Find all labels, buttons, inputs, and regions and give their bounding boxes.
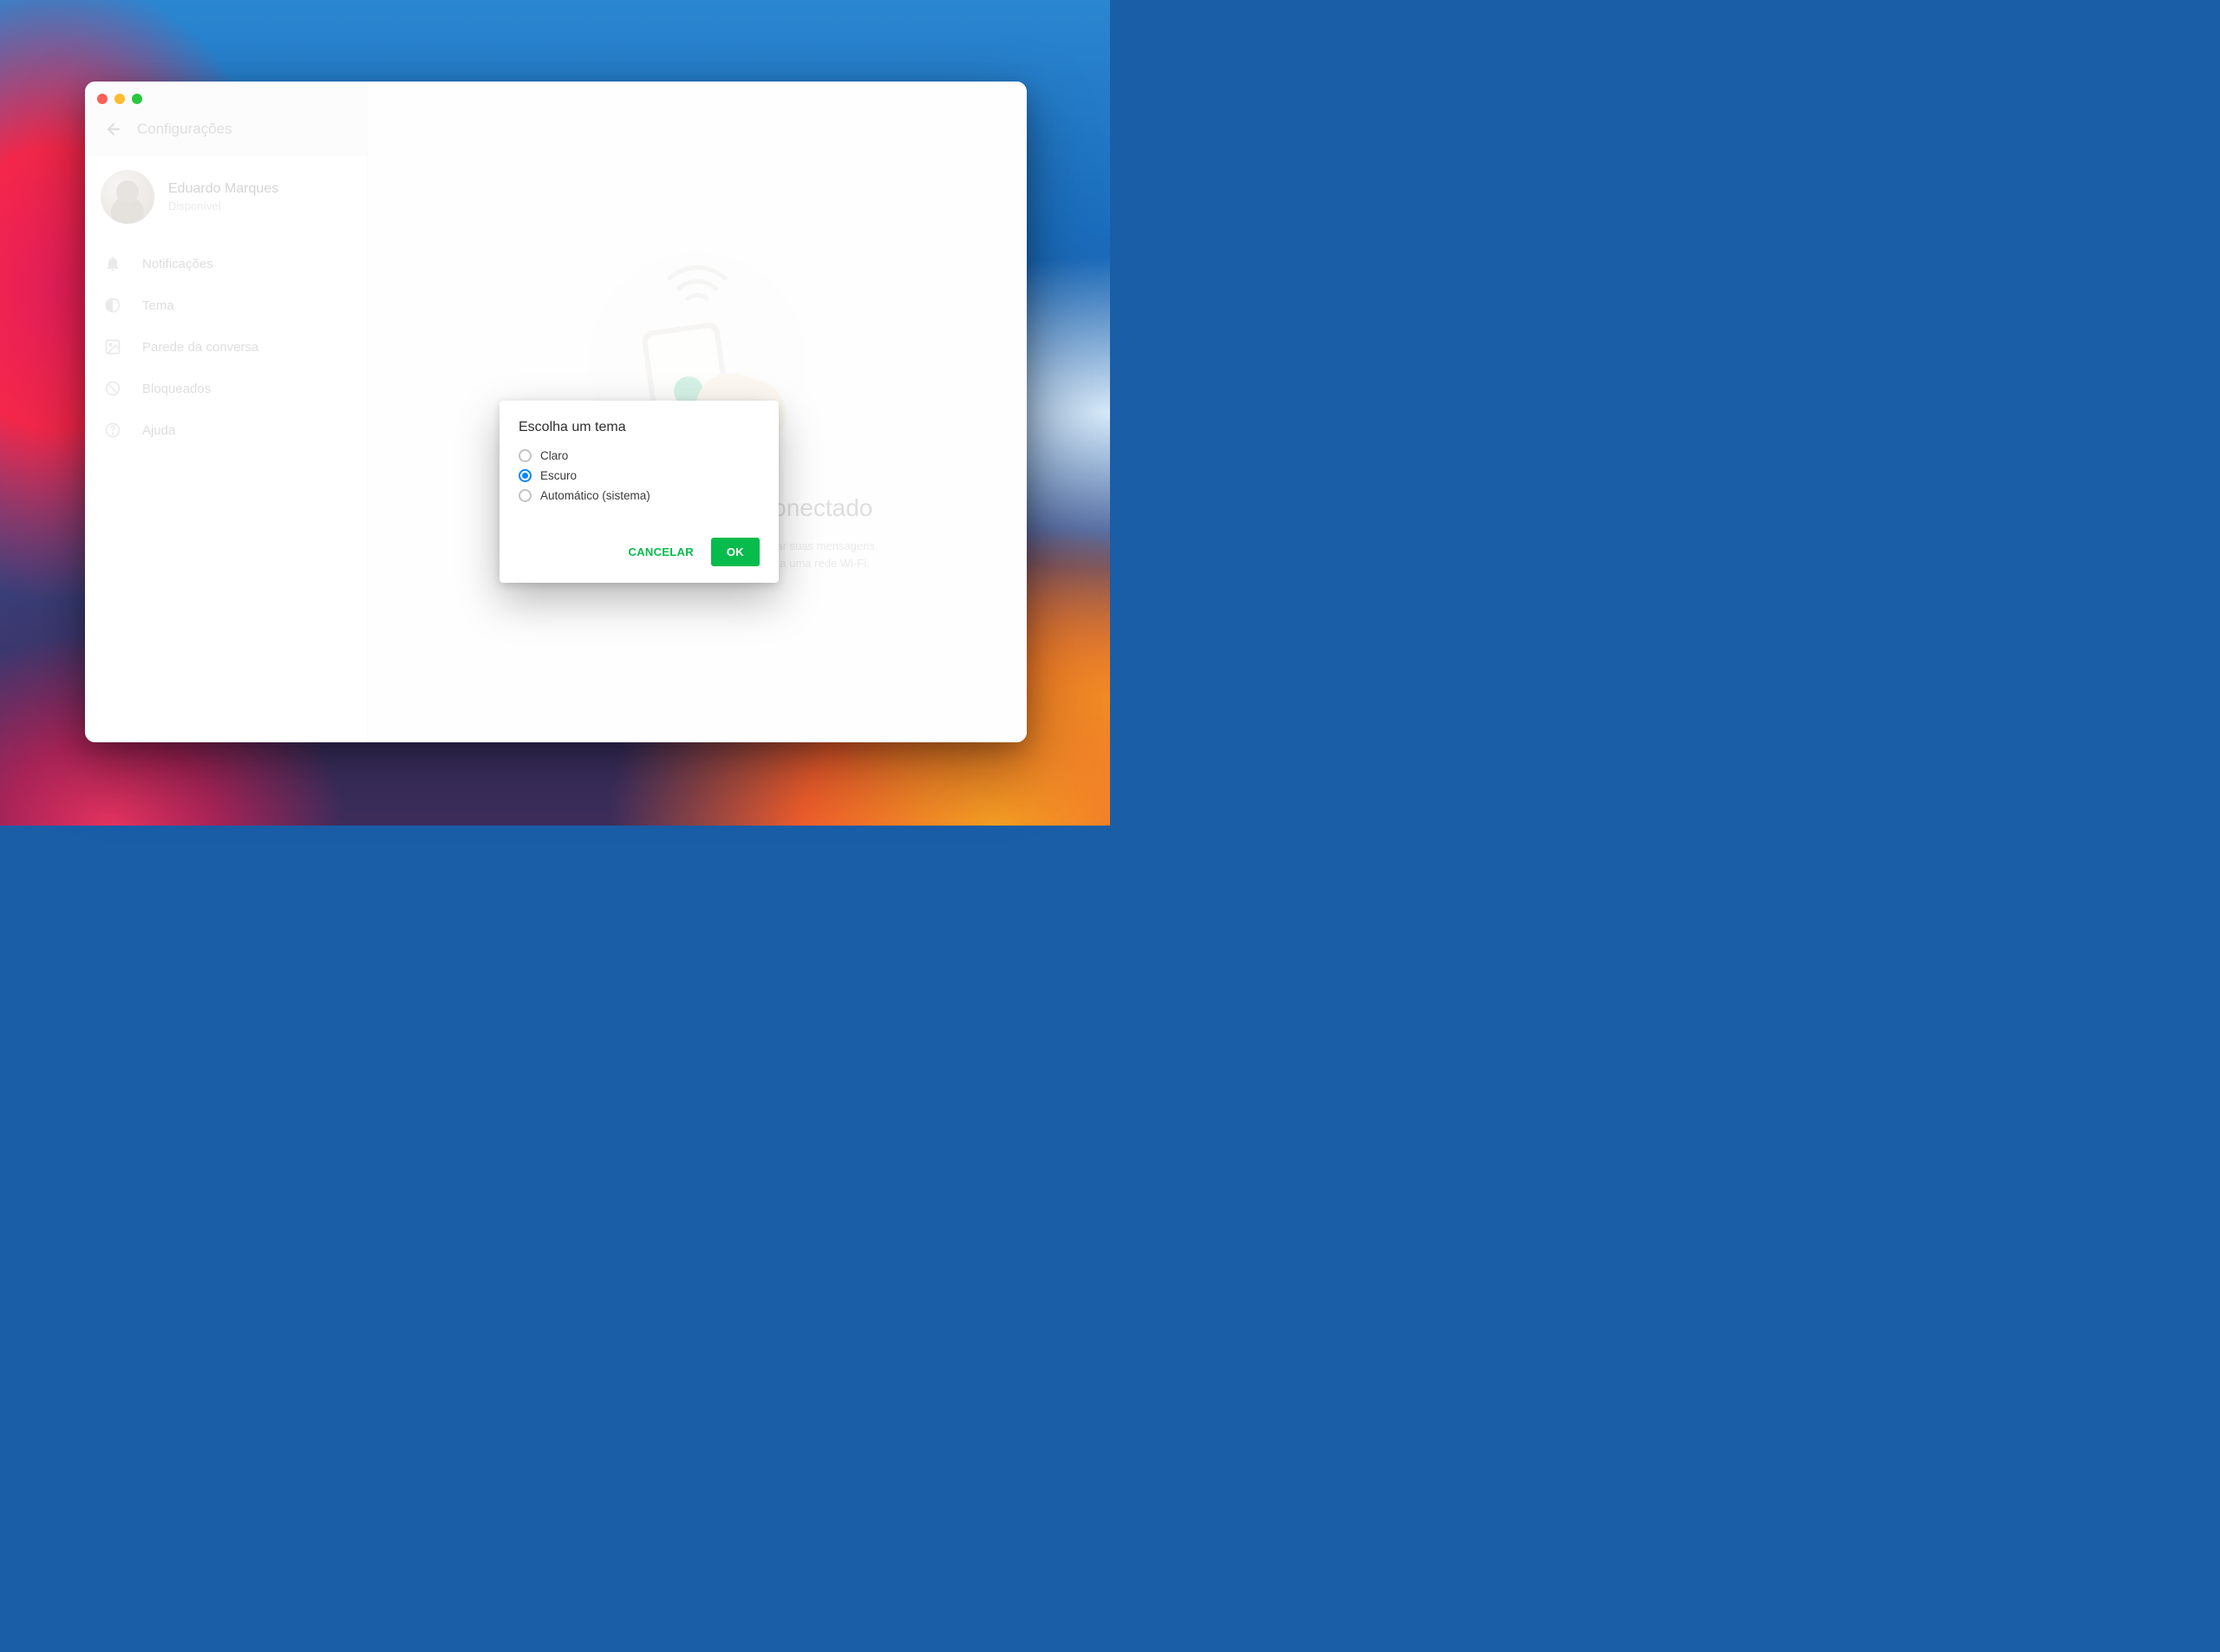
window-close-button[interactable]	[97, 94, 108, 104]
ok-button[interactable]: OK	[711, 538, 760, 566]
radio-icon	[519, 469, 532, 482]
cancel-button[interactable]: CANCELAR	[618, 537, 704, 567]
theme-radio-group: Claro Escuro Automático (sistema)	[519, 449, 760, 502]
radio-label: Escuro	[540, 469, 577, 482]
radio-option-light[interactable]: Claro	[519, 449, 760, 462]
radio-icon	[519, 489, 532, 502]
radio-option-dark[interactable]: Escuro	[519, 469, 760, 482]
radio-label: Automático (sistema)	[540, 489, 650, 502]
theme-modal: Escolha um tema Claro Escuro Automático …	[500, 401, 779, 583]
modal-title: Escolha um tema	[519, 420, 760, 435]
modal-actions: CANCELAR OK	[519, 537, 760, 567]
radio-icon	[519, 449, 532, 462]
window-controls	[97, 94, 142, 104]
radio-option-system[interactable]: Automático (sistema)	[519, 489, 760, 502]
window-maximize-button[interactable]	[132, 94, 142, 104]
app-window: Configurações Eduardo Marques Disponível…	[85, 82, 1027, 742]
window-minimize-button[interactable]	[114, 94, 125, 104]
radio-label: Claro	[540, 449, 568, 462]
